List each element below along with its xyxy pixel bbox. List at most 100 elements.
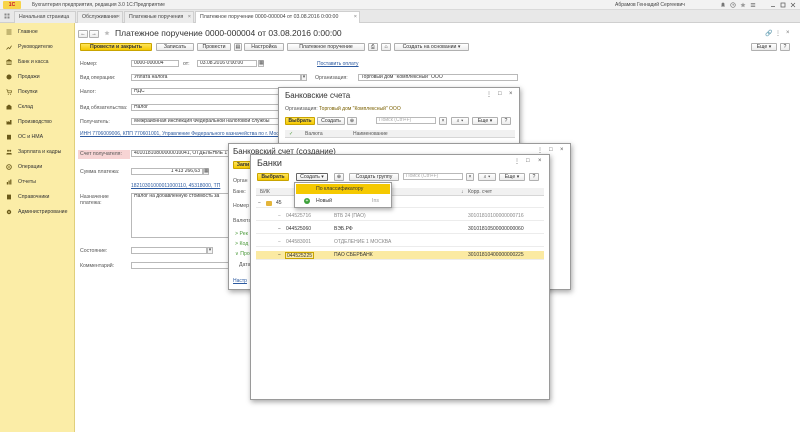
calendar-icon[interactable]: ▦ [258,60,264,67]
create-settings-link[interactable]: Настр [233,278,247,284]
clear-search-icon[interactable]: × [466,173,474,181]
print-icon[interactable]: ⎙ [368,43,378,51]
tab-payment-orders[interactable]: Платежные поручения × [124,11,194,23]
accounts-more-button[interactable]: Еще ▾ [472,117,498,125]
sidebar-item-operations[interactable]: Операции [0,162,75,172]
back-button[interactable]: ← [78,30,88,38]
sidebar-item-sales[interactable]: Продажи [0,72,75,82]
table-row[interactable]: − 044525716 ВТБ 24 (ПАО) 301018101000000… [256,212,544,221]
sidebar-item-bank[interactable]: Банк и касса [0,57,75,67]
banks-create-button[interactable]: Создать ▾ [296,173,328,181]
window-close-icon[interactable]: × [786,30,790,36]
print-order-button[interactable]: Платежное поручение [287,43,365,51]
close-icon[interactable]: × [509,91,513,97]
inn-link[interactable]: ИНН 7706009006, КПП 770601001, Управлени… [80,131,280,137]
settings-button[interactable]: Настройка [244,43,284,51]
calculator-icon[interactable]: ▦ [203,168,209,175]
search-icon[interactable]: ⌕ ▾ [451,117,469,125]
copy-icon[interactable]: ⊕ [347,117,357,125]
maximize-icon[interactable]: □ [498,91,502,97]
current-user[interactable]: Абрамов Геннадий Сергеевич [615,2,685,8]
banks-search-input[interactable]: Поиск (Ctrl+F) [403,173,463,180]
sidebar-item-purchases[interactable]: Покупки [0,87,75,97]
state-dropdown-icon[interactable]: ▾ [207,247,213,254]
tab-close-icon[interactable]: × [117,12,120,23]
sidebar-item-main[interactable]: Главное [0,27,75,37]
journal-icon[interactable]: ▤ [234,43,242,51]
accounts-search-input[interactable]: Поиск (Ctrl+F) [376,117,436,124]
state-select[interactable] [131,247,207,254]
banks-select-button[interactable]: Выбрать [257,173,289,181]
sum-input[interactable]: 1 413 266,63 [131,168,203,175]
more-vertical-icon[interactable]: ⋮ [486,91,492,98]
create-section3[interactable]: ∨ Про [235,251,250,257]
grid-menu-icon[interactable] [4,13,10,19]
accounts-create-button[interactable]: Создать [317,117,345,125]
history-icon[interactable] [730,2,736,8]
attach-icon[interactable]: ⌂ [381,43,391,51]
sidebar-item-directories[interactable]: Справочники [0,192,75,202]
link-icon[interactable]: 🔗 [765,30,772,37]
sidebar-item-director[interactable]: Руководителю [0,42,75,52]
accounts-select-button[interactable]: Выбрать [285,117,315,125]
table-row[interactable]: − 044583001 ОТДЕЛЕНИЕ 1 МОСКВА [256,238,544,247]
date-input[interactable]: 03.08.2016 0:00:00 [197,60,257,67]
clear-search-icon[interactable]: × [439,117,447,125]
recipient-select[interactable]: Межрайонная инспекция Федеральной налого… [131,118,281,125]
minimize-icon[interactable] [770,2,776,8]
sidebar-item-admin[interactable]: Администрирование [0,207,75,217]
tab-payment-order[interactable]: Платежное поручение 0000-000004 от 03.08… [195,11,360,23]
org-select[interactable]: Торговый дом "Комплексный" ООО [358,74,518,81]
accounts-org-value[interactable]: Торговый дом "Комплексный" ООО [319,106,401,112]
more-vertical-icon[interactable]: ⋮ [537,147,543,154]
more-vertical-icon[interactable]: ⋮ [514,158,520,165]
post-button[interactable]: Провести [197,43,231,51]
maximize-icon[interactable] [780,2,786,8]
more-button[interactable]: Еще ▾ [751,43,777,51]
save-button[interactable]: Записать [156,43,194,51]
maximize-icon[interactable]: □ [526,158,530,164]
obligation-select[interactable]: Налог [131,104,281,111]
menu-item-new[interactable]: + Новый Ins [296,196,390,206]
bell-icon[interactable] [720,2,726,8]
create-section2[interactable]: > Код [235,241,248,247]
forward-button[interactable]: → [89,30,99,38]
table-row-selected[interactable]: − 044525225 ПАО СБЕРБАНК 301018104000000… [256,251,544,260]
table-row[interactable]: − 044525060 ВЭБ.РФ 30101810500000000060 [256,225,544,234]
menu-icon[interactable] [750,2,756,8]
close-icon[interactable] [790,2,796,8]
banks-more-button[interactable]: Еще ▾ [499,173,525,181]
print-link[interactable]: Поставить оплату [317,61,359,67]
create-section1[interactable]: > Рек [235,231,248,237]
tab-close-icon[interactable]: × [188,12,191,23]
sidebar-item-assets[interactable]: ОС и НМА [0,132,75,142]
search-icon[interactable]: ⌕ ▾ [478,173,496,181]
tab-service[interactable]: Обслуживание × [77,11,123,23]
maximize-icon[interactable]: □ [549,147,553,153]
more-vertical-icon[interactable]: ⋮ [775,30,781,37]
favorite-star-icon[interactable] [104,30,110,36]
optype-dropdown-icon[interactable]: ▾ [301,74,307,81]
sidebar-item-warehouse[interactable]: Склад [0,102,75,112]
tab-home[interactable]: Начальная страница [14,11,76,23]
post-and-close-button[interactable]: Провести и закрыть [80,43,152,51]
close-icon[interactable]: × [538,158,542,164]
sidebar-item-production[interactable]: Производство [0,117,75,127]
close-icon[interactable]: × [560,147,564,153]
add-icon[interactable]: ⊕ [334,173,344,181]
create-group-button[interactable]: Создать группу [349,173,399,181]
banks-help-button[interactable]: ? [529,173,539,181]
create-based-button[interactable]: Создать на основании ▾ [394,43,469,51]
menu-item-by-classifier[interactable]: По классификатору [296,184,390,194]
sidebar-item-reports[interactable]: Отчеты [0,177,75,187]
accounts-grid-header: ✓ Валюта Наименование [285,130,515,138]
help-button[interactable]: ? [780,43,790,51]
star-icon[interactable] [740,2,746,8]
tax-select[interactable]: НДС [131,88,281,95]
number-input[interactable]: 0000-000004 [131,60,179,67]
sidebar-item-salary[interactable]: Зарплата и кадры [0,147,75,157]
tab-close-icon[interactable]: × [354,12,357,23]
optype-select[interactable]: Уплата налога [131,74,301,81]
accounts-help-button[interactable]: ? [501,117,511,125]
factory-icon [6,119,12,125]
